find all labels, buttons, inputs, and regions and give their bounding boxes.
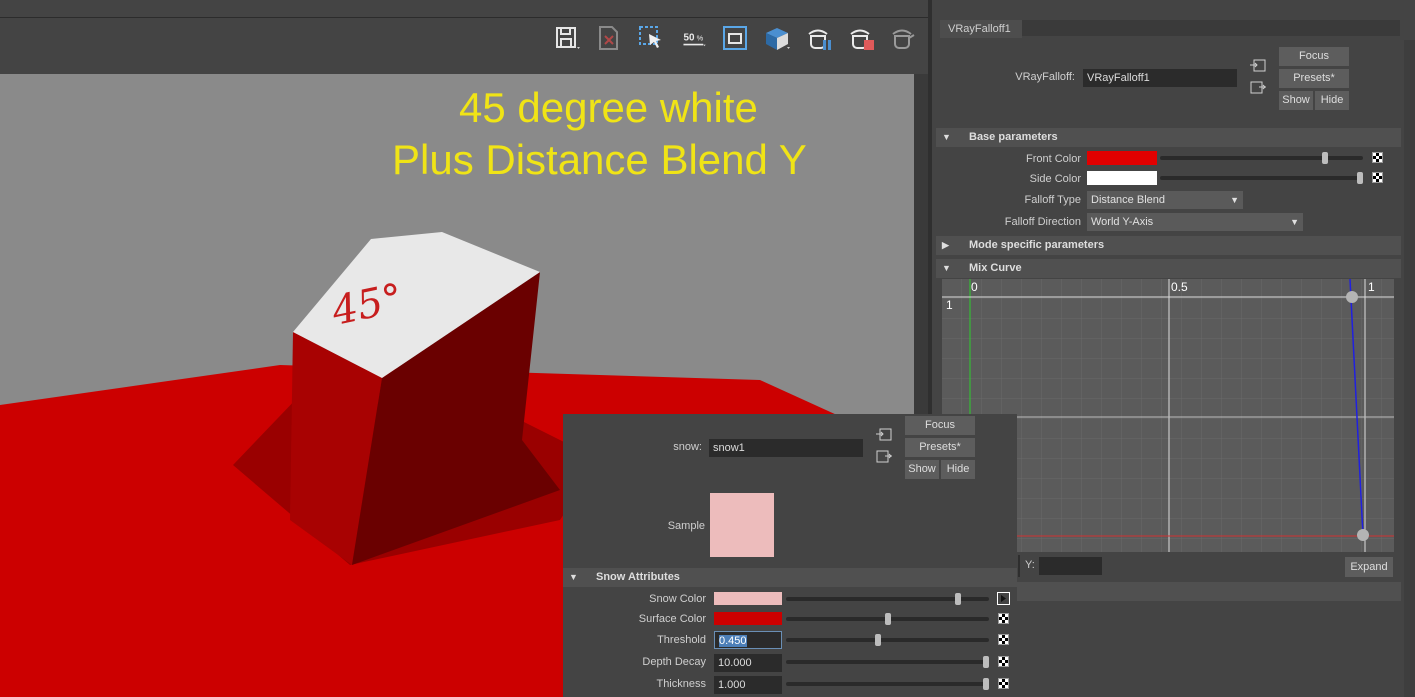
mode-specific-section[interactable]: ▶ Mode specific parameters (936, 236, 1401, 255)
threshold-slider[interactable] (786, 638, 989, 642)
front-color-label: Front Color (1025, 153, 1081, 165)
depth-decay-field[interactable]: 10.000 (714, 654, 782, 672)
svg-text:50: 50 (683, 32, 694, 43)
side-color-map-icon[interactable] (1372, 172, 1383, 183)
input-connection-icon[interactable] (1250, 59, 1266, 73)
threshold-map-icon[interactable] (998, 634, 1009, 645)
graph-xmid-label: 0.5 (1171, 280, 1188, 294)
depth-decay-label: Depth Decay (642, 656, 706, 668)
threshold-label: Threshold (657, 634, 706, 646)
curve-point-bottom (1357, 529, 1369, 541)
depth-decay-map-icon[interactable] (998, 656, 1009, 667)
front-color-slider[interactable] (1160, 156, 1363, 160)
front-color-swatch[interactable] (1087, 151, 1157, 165)
snow-show-button[interactable]: Show (905, 460, 939, 479)
collapsed-arrow-icon: ▶ (942, 240, 949, 250)
surface-color-label: Surface Color (638, 613, 706, 625)
graph-x0-label: 0 (971, 280, 978, 294)
output-connection-icon[interactable] (1250, 81, 1266, 95)
side-color-slider-knob[interactable] (1357, 172, 1363, 184)
snow-color-label: Snow Color (649, 593, 706, 605)
snow-color-slider-knob[interactable] (955, 593, 962, 605)
surface-color-slider-knob[interactable] (884, 613, 891, 625)
snow-name-field[interactable]: snow1 (709, 439, 863, 457)
front-color-map-icon[interactable] (1372, 152, 1383, 163)
node-name-field[interactable]: VRayFalloff1 (1083, 69, 1237, 87)
viewport-toolbar: 50% (0, 0, 928, 74)
side-color-slider[interactable] (1160, 176, 1363, 180)
divider (1018, 555, 1020, 577)
surface-color-map-icon[interactable] (998, 613, 1009, 624)
snow-focus-button[interactable]: Focus (905, 416, 975, 435)
side-color-swatch[interactable] (1087, 171, 1157, 185)
delete-icon[interactable] (594, 22, 624, 54)
snow-presets-button[interactable]: Presets* (905, 438, 975, 457)
threshold-slider-knob[interactable] (874, 634, 881, 646)
thickness-slider-knob[interactable] (983, 678, 989, 690)
thickness-slider[interactable] (786, 682, 989, 686)
teapot-stop-icon[interactable] (846, 22, 876, 54)
region-select-icon[interactable] (636, 22, 666, 54)
thickness-map-icon[interactable] (998, 678, 1009, 689)
teapot-pause-icon[interactable] (804, 22, 834, 54)
frame-icon[interactable] (720, 22, 750, 54)
mix-curve-section[interactable]: ▼ Mix Curve (936, 259, 1401, 278)
snow-input-connection-icon[interactable] (876, 428, 892, 442)
base-parameters-section[interactable]: ▼ Base parameters (936, 128, 1401, 147)
falloff-type-label: Falloff Type (1024, 194, 1081, 206)
svg-text:%: % (697, 33, 704, 42)
overlay-title-line2: Plus Distance Blend Y (392, 136, 807, 183)
sample-swatch (710, 493, 774, 557)
presets-button[interactable]: Presets* (1279, 69, 1349, 88)
graph-x1-label: 1 (1368, 280, 1375, 294)
dropdown-arrow-icon: ▼ (1290, 217, 1299, 227)
sample-label: Sample (667, 520, 705, 532)
save-icon[interactable] (552, 22, 582, 54)
depth-decay-slider[interactable] (786, 660, 989, 664)
tab-bar-fill (1022, 20, 1400, 36)
snow-output-connection-icon[interactable] (876, 450, 892, 464)
thickness-label: Thickness (656, 678, 706, 690)
hide-button[interactable]: Hide (1315, 91, 1349, 110)
teapot-icon[interactable] (888, 22, 918, 54)
falloff-direction-dropdown[interactable]: World Y-Axis ▼ (1087, 213, 1303, 231)
falloff-type-dropdown[interactable]: Distance Blend ▼ (1087, 191, 1243, 209)
zoom-50-icon[interactable]: 50% (678, 22, 712, 54)
dropdown-arrow-icon: ▼ (1230, 195, 1239, 205)
y-label: Y: (1025, 559, 1035, 571)
front-color-slider-knob[interactable] (1321, 152, 1328, 164)
scrollbar[interactable] (1404, 40, 1415, 697)
thickness-field[interactable]: 1.000 (714, 676, 782, 694)
falloff-direction-label: Falloff Direction (1004, 216, 1081, 228)
snow-name-label: snow: (673, 441, 702, 453)
curve-point-top (1346, 291, 1358, 303)
snow-color-swatch[interactable] (714, 592, 782, 605)
expanded-arrow-icon: ▼ (942, 263, 951, 273)
surface-color-swatch[interactable] (714, 612, 782, 625)
tab-vrayfalloff[interactable]: VRayFalloff1 (940, 20, 1022, 38)
snow-color-connected-icon[interactable] (997, 592, 1011, 605)
depth-decay-slider-knob[interactable] (983, 656, 989, 668)
render-region-icon[interactable] (762, 22, 792, 54)
y-value-field[interactable] (1039, 557, 1102, 575)
snow-hide-button[interactable]: Hide (941, 460, 975, 479)
expanded-arrow-icon: ▼ (942, 132, 951, 142)
node-name-label: VRayFalloff: (1015, 71, 1075, 83)
expand-button[interactable]: Expand (1345, 557, 1393, 577)
threshold-field[interactable]: 0.450 (714, 631, 782, 649)
snow-attributes-section[interactable]: ▼ Snow Attributes (563, 568, 1017, 587)
side-color-label: Side Color (1029, 173, 1081, 185)
overlay-title-line1: 45 degree white (459, 84, 758, 131)
expanded-arrow-icon: ▼ (569, 572, 578, 582)
show-button[interactable]: Show (1279, 91, 1313, 110)
focus-button[interactable]: Focus (1279, 47, 1349, 66)
graph-y1-label: 1 (946, 298, 953, 312)
